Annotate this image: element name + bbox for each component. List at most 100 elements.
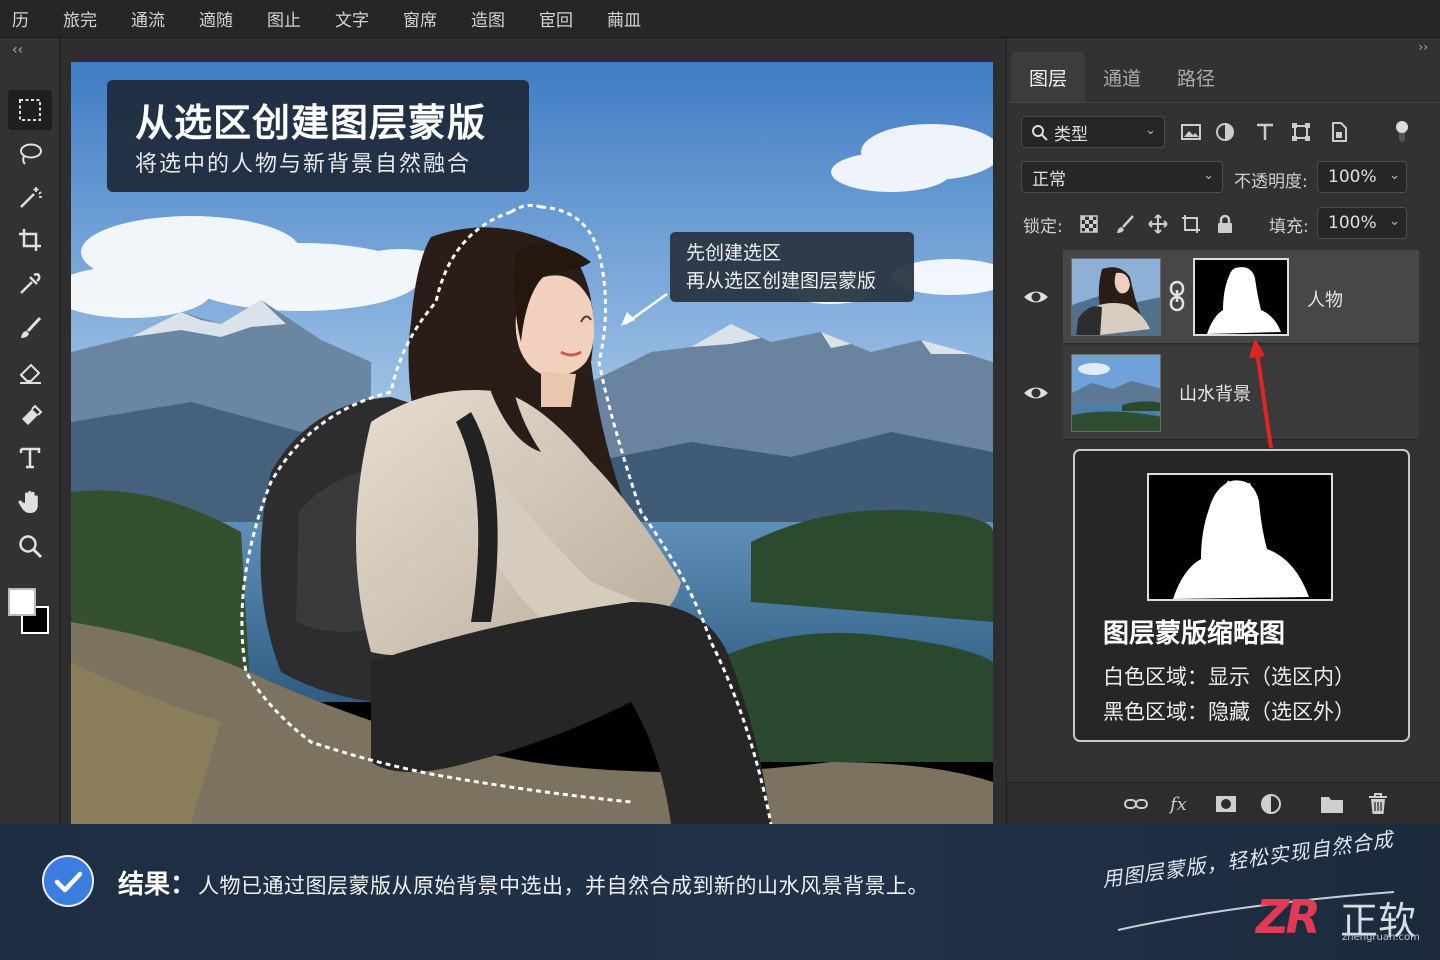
link-icon[interactable]: [1123, 791, 1149, 817]
layer-name-person: 人物: [1307, 290, 1343, 311]
logo-url: zhengruan.com: [1342, 932, 1420, 943]
chevron-down-icon: ⌄: [1389, 214, 1400, 229]
type-icon: [19, 447, 41, 469]
lock-position-icon[interactable]: [1146, 212, 1170, 236]
menu-item-3[interactable]: 通流: [114, 6, 182, 31]
result-text: 人物已通过图层蒙版从原始背景中选出，并自然合成到新的山水风景背景上。: [198, 874, 929, 898]
tab-paths[interactable]: 路径: [1159, 52, 1233, 102]
subtitle-text: 将选中的人物与新背景自然融合: [135, 152, 472, 177]
opacity-label: 不透明度:: [1234, 172, 1308, 192]
menu-item-8[interactable]: 造图: [454, 6, 522, 31]
lock-transparent-icon[interactable]: [1077, 212, 1101, 236]
marquee-tool[interactable]: [8, 90, 52, 130]
filter-adjustment-icon[interactable]: [1213, 120, 1237, 144]
layer-filter-select[interactable]: 类型 ⌄: [1021, 116, 1165, 148]
layers-panel: ›› 图层 通道 路径 类型 ⌄ 正常 ⌄ 不透明度: 100% ⌄ 锁定: 填…: [1006, 38, 1440, 824]
tab-channels[interactable]: 通道: [1085, 52, 1159, 102]
result-banner: 结果： 人物已通过图层蒙版从原始背景中选出，并自然合成到新的山水风景背景上。 用…: [0, 824, 1440, 960]
filter-shape-icon[interactable]: [1289, 120, 1313, 144]
mask-link-icon[interactable]: [1167, 280, 1187, 312]
layer-visibility-toggle-person[interactable]: [1021, 282, 1051, 312]
folder-icon[interactable]: [1319, 791, 1345, 817]
mask-card-black-line: 黑色区域：隐藏（选区外）: [1103, 700, 1355, 724]
magic-wand-tool[interactable]: [8, 178, 52, 218]
trash-icon[interactable]: [1365, 791, 1391, 817]
lock-label: 锁定:: [1023, 217, 1063, 237]
menu-item-10[interactable]: 繭皿: [590, 6, 658, 31]
tab-layers[interactable]: 图层: [1011, 52, 1085, 102]
lasso-tool[interactable]: [8, 134, 52, 174]
menu-item-1[interactable]: 历: [0, 6, 46, 31]
opacity-value: 100%: [1328, 167, 1377, 187]
menu-item-2[interactable]: 旅完: [46, 6, 114, 31]
fill-label: 填充:: [1269, 217, 1309, 237]
layer-row-background[interactable]: 山水背景: [1063, 346, 1419, 440]
toolbar-collapse-icon[interactable]: ‹‹: [12, 42, 23, 58]
eyedropper-tool[interactable]: [8, 264, 52, 304]
panel-collapse-icon[interactable]: ››: [1418, 40, 1428, 54]
paint-bucket-tool[interactable]: [8, 394, 52, 434]
hand-icon: [18, 490, 38, 513]
mask-card-white-line: 白色区域：显示（选区内）: [1103, 665, 1355, 689]
menu-item-4[interactable]: 適随: [182, 6, 250, 31]
red-arrow-icon: [1249, 338, 1273, 449]
fx-icon[interactable]: fx: [1169, 791, 1195, 817]
foreground-color-swatch[interactable]: [8, 588, 36, 616]
opacity-input[interactable]: 100% ⌄: [1317, 161, 1407, 193]
eraser-icon: [19, 363, 41, 384]
add-mask-icon[interactable]: [1213, 791, 1239, 817]
crop-tool[interactable]: [8, 220, 52, 260]
mask-preview-large: [1147, 473, 1333, 601]
lock-all-icon[interactable]: [1213, 212, 1237, 236]
menu-item-9[interactable]: 宦回: [522, 6, 590, 31]
chevron-down-icon: ⌄: [1389, 168, 1400, 183]
blend-mode-value: 正常: [1032, 169, 1066, 190]
menu-item-6[interactable]: 文字: [318, 6, 386, 31]
filter-type-icon[interactable]: [1253, 120, 1277, 144]
menu-item-5[interactable]: 图止: [250, 6, 318, 31]
menu-item-7[interactable]: 窗席: [386, 6, 454, 31]
tools-panel: ‹‹: [0, 38, 60, 824]
filter-smart-object-icon[interactable]: [1327, 120, 1351, 144]
callout-line-1: 先创建选区: [686, 242, 782, 264]
menu-bar: 历 旅完 通流 適随 图止 文字 窗席 造图 宦回 繭皿: [0, 0, 1440, 38]
search-icon: [1032, 125, 1048, 141]
chevron-down-icon: ⌄: [1145, 123, 1156, 138]
brush-icon: [21, 316, 42, 338]
layer-name-background: 山水背景: [1179, 384, 1251, 405]
check-icon: [42, 855, 94, 907]
chevron-down-icon: ⌄: [1203, 168, 1214, 183]
brush-tool[interactable]: [8, 308, 52, 348]
toggle-switch-icon: [1396, 121, 1408, 142]
document-canvas[interactable]: 从选区创建图层蒙版 将选中的人物与新背景自然融合 先创建选区 再从选区创建图层蒙…: [71, 62, 993, 824]
crop-icon: [19, 229, 41, 251]
layer-row-person[interactable]: 人物: [1063, 250, 1419, 344]
document-canvas-area: 从选区创建图层蒙版 将选中的人物与新背景自然融合 先创建选区 再从选区创建图层蒙…: [61, 38, 1005, 824]
fill-input[interactable]: 100% ⌄: [1317, 207, 1407, 239]
lock-pixels-icon[interactable]: [1113, 212, 1137, 236]
eye-icon: [1024, 387, 1048, 399]
lasso-icon: [20, 143, 42, 165]
lock-artboard-icon[interactable]: [1179, 212, 1203, 236]
layer-mask-thumbnail-person[interactable]: [1193, 258, 1289, 336]
type-tool[interactable]: [8, 438, 52, 478]
eyedropper-icon: [20, 272, 41, 294]
logo-mark: ZR: [1256, 890, 1321, 944]
hand-tool[interactable]: [8, 482, 52, 522]
layer-visibility-toggle-background[interactable]: [1021, 378, 1051, 408]
callout-line-2: 再从选区创建图层蒙版: [686, 270, 877, 292]
result-label: 结果：: [118, 870, 197, 900]
title-text: 从选区创建图层蒙版: [135, 101, 487, 145]
title-card: 从选区创建图层蒙版 将选中的人物与新背景自然融合: [107, 80, 529, 192]
zoom-tool[interactable]: [8, 526, 52, 566]
layer-filter-label: 类型: [1054, 124, 1088, 145]
layers-panel-footer: fx: [1007, 782, 1440, 824]
filter-pixel-icon[interactable]: [1179, 120, 1203, 144]
layer-thumbnail-background: [1071, 354, 1161, 432]
eraser-tool[interactable]: [8, 352, 52, 392]
blend-mode-select[interactable]: 正常 ⌄: [1021, 161, 1223, 193]
adjustment-icon[interactable]: [1259, 791, 1285, 817]
tab-divider: [1007, 102, 1440, 103]
marquee-icon: [19, 99, 41, 121]
filter-toggle[interactable]: [1395, 120, 1409, 144]
